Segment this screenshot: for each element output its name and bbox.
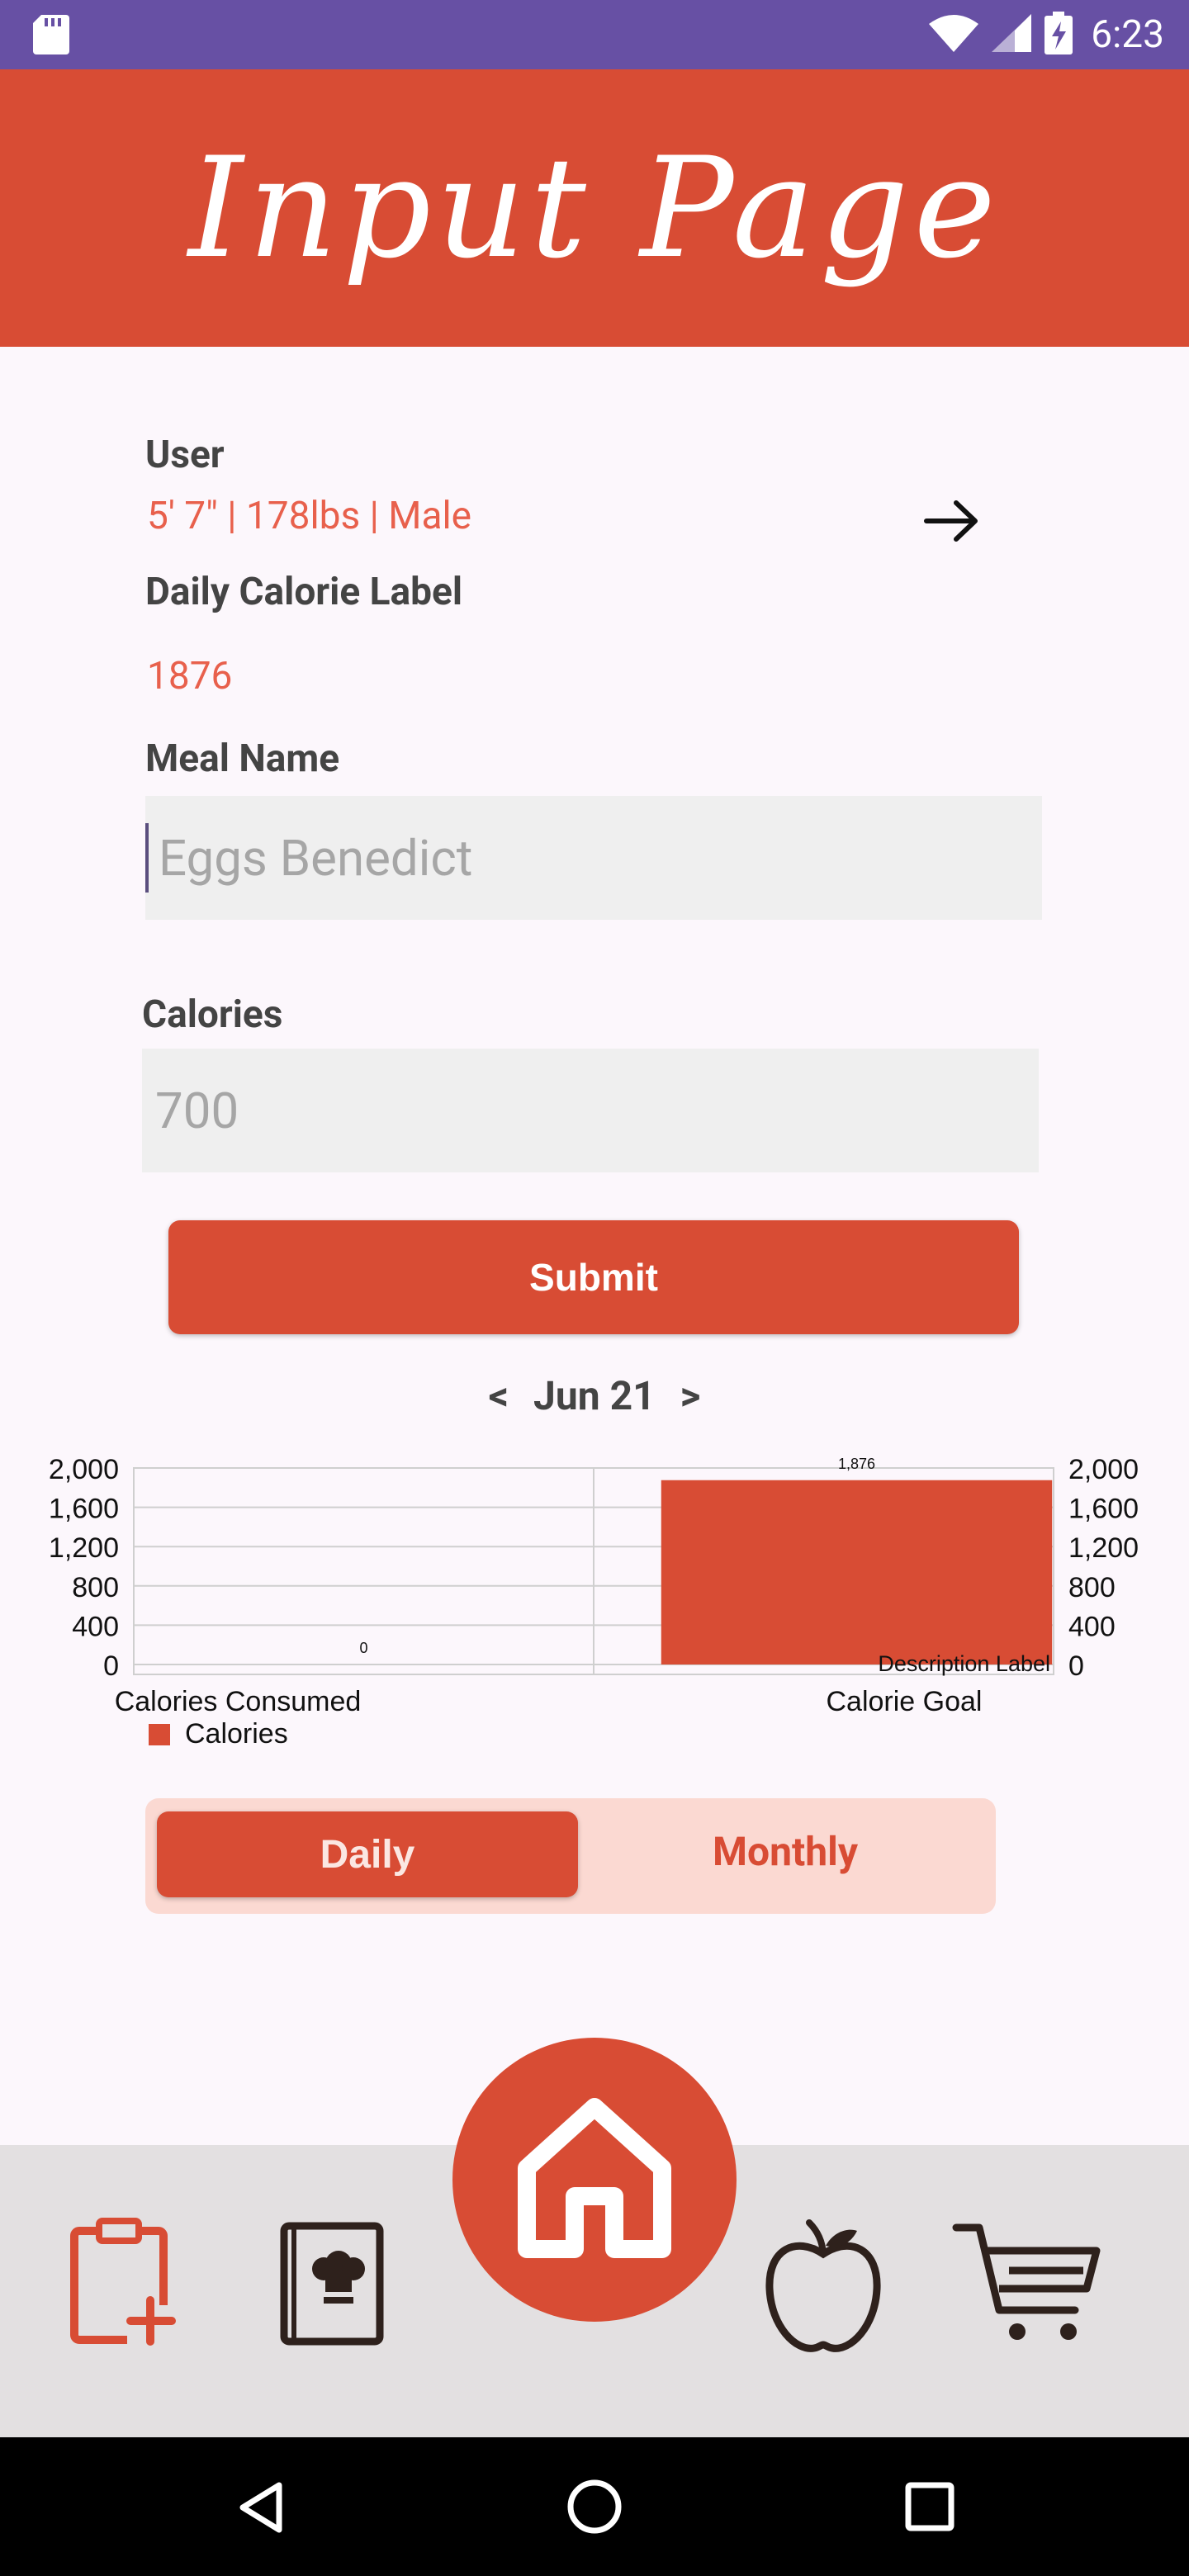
app-header: Input Page — [0, 69, 1189, 347]
bar-value-label: 0 — [359, 1640, 367, 1656]
daily-calorie-label: Daily Calorie Label — [145, 570, 462, 614]
x-category-label: Calories Consumed — [115, 1686, 362, 1717]
legend-label: Calories — [185, 1718, 288, 1750]
clock: 6:23 — [1091, 12, 1164, 57]
cart-icon[interactable] — [951, 2218, 1103, 2353]
calorie-bar-chart: 0 0 400 400 800 800 1,200 1,200 1,600 1,600 2,000 2… — [49, 1454, 1139, 1750]
calories-label: Calories — [142, 992, 283, 1037]
bar-value-label: 1,876 — [838, 1456, 875, 1472]
arrow-right-icon[interactable] — [923, 499, 981, 547]
y-tick-label-right: 0 — [1068, 1650, 1084, 1682]
home-icon — [514, 2097, 675, 2262]
prev-day-button[interactable]: < — [464, 1372, 533, 1419]
recents-icon[interactable] — [905, 2482, 955, 2535]
sd-card-icon — [33, 15, 69, 58]
y-tick-label-right: 2,000 — [1068, 1454, 1139, 1485]
monthly-tab[interactable]: Monthly — [583, 1811, 988, 1891]
y-tick-label-right: 1,600 — [1068, 1494, 1139, 1525]
cell-signal-icon — [992, 14, 1032, 55]
apple-icon[interactable] — [763, 2213, 883, 2358]
x-category-label: Calorie Goal — [827, 1686, 983, 1717]
calories-placeholder: 700 — [155, 1081, 239, 1140]
user-summary: 5' 7" | 178lbs | Male — [147, 494, 472, 538]
recipe-book-icon[interactable] — [279, 2221, 385, 2350]
home-circle-icon[interactable] — [566, 2479, 623, 2538]
calories-input[interactable]: 700 — [142, 1049, 1039, 1172]
chart-description: Description Label — [878, 1651, 1050, 1676]
y-tick-label-right: 1,200 — [1068, 1532, 1139, 1564]
page-title: Input Page — [188, 127, 1001, 289]
date-navigator: < Jun 21 > — [0, 1364, 1189, 1427]
system-nav-bar — [0, 2437, 1189, 2576]
y-tick-label-left: 1,600 — [49, 1494, 119, 1525]
status-icons: 6:23 — [929, 8, 1164, 61]
meal-name-placeholder: Eggs Benedict — [159, 828, 473, 888]
y-tick-label-left: 1,200 — [49, 1532, 119, 1564]
daily-calorie-value: 1876 — [147, 654, 233, 698]
next-day-button[interactable]: > — [656, 1372, 726, 1419]
y-tick-label-left: 2,000 — [49, 1454, 119, 1485]
y-tick-label-right: 800 — [1068, 1572, 1116, 1603]
home-button[interactable] — [452, 2038, 737, 2322]
legend-swatch — [149, 1724, 170, 1745]
text-cursor — [145, 823, 149, 893]
user-label: User — [145, 433, 225, 477]
status-bar: 6:23 — [0, 0, 1189, 69]
wifi-icon — [929, 14, 979, 55]
back-icon[interactable] — [236, 2480, 286, 2538]
y-tick-label-left: 800 — [72, 1572, 119, 1603]
meal-name-input[interactable]: Eggs Benedict — [145, 796, 1042, 920]
y-tick-label-left: 400 — [72, 1611, 119, 1642]
battery-charging-icon — [1045, 12, 1073, 58]
submit-button[interactable]: Submit — [168, 1220, 1019, 1334]
daily-tab[interactable]: Daily — [157, 1811, 578, 1897]
add-meal-icon[interactable] — [69, 2218, 177, 2350]
period-toggle: Daily Monthly — [145, 1798, 996, 1914]
y-tick-label-right: 400 — [1068, 1611, 1116, 1642]
current-date: Jun 21 — [533, 1371, 656, 1419]
chart-bar — [661, 1480, 1053, 1664]
y-tick-label-left: 0 — [103, 1650, 119, 1682]
meal-name-label: Meal Name — [145, 736, 340, 781]
